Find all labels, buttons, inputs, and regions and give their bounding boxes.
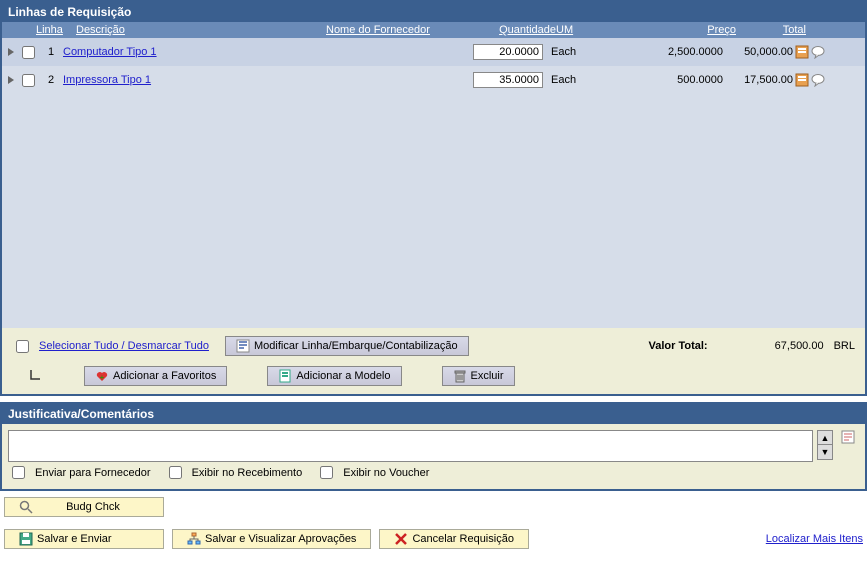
- lines-header: Linhas de Requisição: [2, 2, 865, 22]
- comment-icon[interactable]: [811, 45, 825, 59]
- svg-text:+: +: [100, 373, 105, 382]
- col-preco[interactable]: Preço: [707, 24, 736, 36]
- edit-icon: [236, 339, 250, 353]
- requisition-lines-panel: Linhas de Requisição Linha Descrição Nom…: [0, 0, 867, 396]
- col-descricao[interactable]: Descrição: [76, 24, 125, 36]
- expand-icon[interactable]: [8, 76, 14, 84]
- lines-body: 1 Computador Tipo 1 Each 2,500.0000 50,0…: [2, 38, 865, 328]
- col-fornecedor[interactable]: Nome do Fornecedor: [326, 24, 430, 36]
- scroll-up-icon[interactable]: ▲: [818, 431, 832, 445]
- quantity-input[interactable]: [473, 44, 543, 60]
- delete-button[interactable]: Excluir: [442, 366, 515, 386]
- item-link[interactable]: Computador Tipo 1: [63, 46, 157, 58]
- trash-icon: [453, 369, 467, 383]
- row-checkbox[interactable]: [22, 46, 35, 59]
- table-row: 2 Impressora Tipo 1 Each 500.0000 17,500…: [2, 66, 865, 94]
- details-icon[interactable]: [795, 45, 809, 59]
- hierarchy-icon: [187, 532, 201, 546]
- show-receipt-label: Exibir no Recebimento: [192, 467, 303, 479]
- template-icon: [278, 369, 292, 383]
- expand-comments-icon[interactable]: [841, 430, 855, 444]
- find-more-items-link[interactable]: Localizar Mais Itens: [766, 533, 863, 545]
- details-icon[interactable]: [795, 73, 809, 87]
- save-preview-button[interactable]: Salvar e Visualizar Aprovações: [172, 529, 371, 549]
- save-icon: [19, 532, 33, 546]
- grand-total-value: 67,500.00: [744, 340, 824, 352]
- comments-panel: Justificativa/Comentários ▲ ▼ Enviar par…: [0, 402, 867, 491]
- line-number: 1: [39, 46, 63, 58]
- bottom-action-bar: Salvar e Enviar Salvar e Visualizar Apro…: [0, 523, 867, 555]
- column-header-row: Linha Descrição Nome do Fornecedor Quant…: [2, 22, 865, 38]
- save-send-button[interactable]: Salvar e Enviar: [4, 529, 164, 549]
- row-checkbox[interactable]: [22, 74, 35, 87]
- x-icon: [394, 532, 408, 546]
- comments-textarea[interactable]: [8, 430, 813, 462]
- show-voucher-checkbox[interactable]: [320, 466, 333, 479]
- lines-footer: Selecionar Tudo / Desmarcar Tudo Modific…: [2, 328, 865, 394]
- col-um[interactable]: UM: [556, 24, 573, 36]
- select-all-checkbox[interactable]: [16, 340, 29, 353]
- price-value: 500.0000: [593, 74, 723, 86]
- um-value: Each: [543, 46, 593, 58]
- expand-icon[interactable]: [8, 48, 14, 56]
- send-supplier-label: Enviar para Fornecedor: [35, 467, 151, 479]
- send-supplier-checkbox[interactable]: [12, 466, 25, 479]
- col-linha[interactable]: Linha: [36, 24, 63, 36]
- textarea-scroll: ▲ ▼: [817, 430, 833, 460]
- col-total[interactable]: Total: [783, 24, 806, 36]
- comment-icon[interactable]: [811, 73, 825, 87]
- price-value: 2,500.0000: [593, 46, 723, 58]
- col-quantidade[interactable]: Quantidade: [499, 24, 556, 36]
- heart-plus-icon: +: [95, 369, 109, 383]
- currency-label: BRL: [834, 340, 855, 352]
- item-link[interactable]: Impressora Tipo 1: [63, 74, 151, 86]
- um-value: Each: [543, 74, 593, 86]
- table-row: 1 Computador Tipo 1 Each 2,500.0000 50,0…: [2, 38, 865, 66]
- cancel-requisition-button[interactable]: Cancelar Requisição: [379, 529, 529, 549]
- quantity-input[interactable]: [473, 72, 543, 88]
- modify-line-button[interactable]: Modificar Linha/Embarque/Contabilização: [225, 336, 469, 356]
- magnifier-icon: [19, 500, 33, 514]
- total-label: Valor Total:: [649, 340, 708, 352]
- budget-check-button[interactable]: Budg Chck: [4, 497, 164, 517]
- comments-header: Justificativa/Comentários: [2, 404, 865, 424]
- add-favorites-button[interactable]: + Adicionar a Favoritos: [84, 366, 227, 386]
- add-model-button[interactable]: Adicionar a Modelo: [267, 366, 401, 386]
- scroll-down-icon[interactable]: ▼: [818, 445, 832, 459]
- total-value: 50,000.00: [723, 46, 793, 58]
- budget-check-row: Budg Chck: [0, 491, 867, 523]
- select-all-link[interactable]: Selecionar Tudo / Desmarcar Tudo: [39, 340, 209, 352]
- show-voucher-label: Exibir no Voucher: [343, 467, 429, 479]
- collapse-corner-icon[interactable]: [30, 369, 44, 383]
- show-receipt-checkbox[interactable]: [169, 466, 182, 479]
- line-number: 2: [39, 74, 63, 86]
- total-value: 17,500.00: [723, 74, 793, 86]
